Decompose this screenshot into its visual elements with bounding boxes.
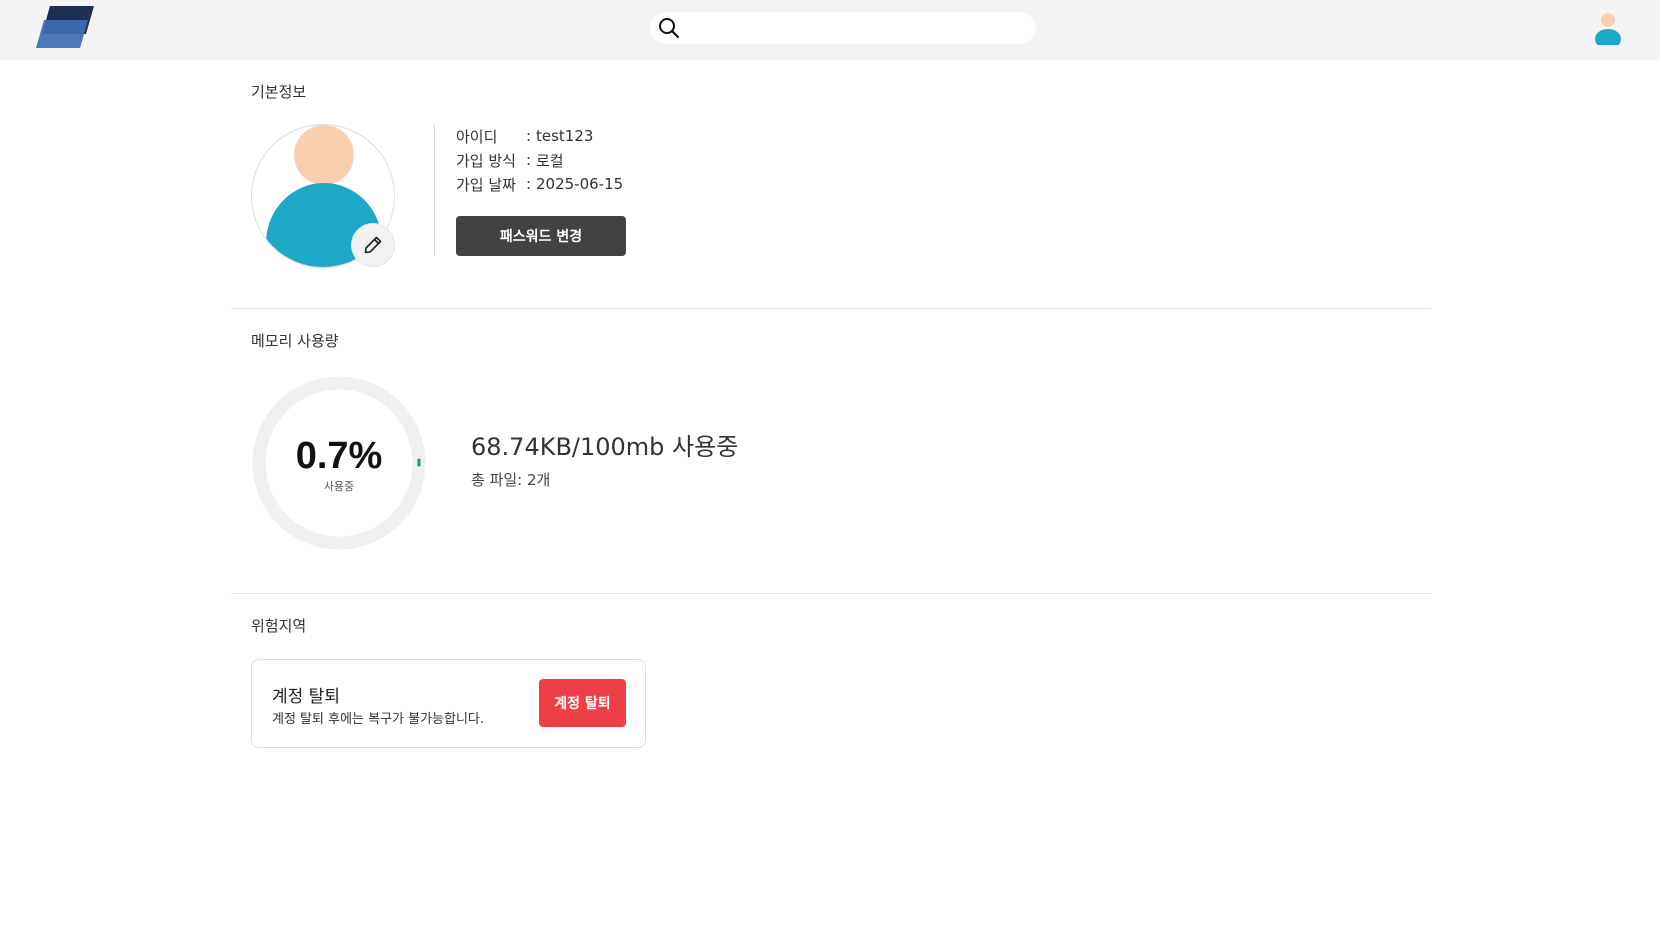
memory-usage-percent: 0.7% [295, 435, 383, 477]
section-title-danger-zone: 위험지역 [251, 617, 307, 635]
section-divider [231, 308, 1431, 309]
memory-usage-percent-label: 사용중 [323, 480, 355, 493]
total-files-text: 총 파일: 2개 [471, 471, 551, 489]
section-divider [231, 593, 1431, 594]
info-separator: : [526, 175, 532, 193]
memory-usage-text: 68.74KB/100mb 사용중 [471, 433, 739, 461]
pencil-icon [364, 236, 382, 254]
section-title-basic-info: 기본정보 [251, 83, 307, 101]
info-label: 아이디 [456, 127, 498, 146]
search-input[interactable] [686, 16, 1026, 40]
info-separator: : [526, 127, 532, 145]
top-bar [0, 0, 1660, 60]
info-row-signup-date: 가입 날짜 : 2025-06-15 [456, 172, 623, 196]
account-info: 아이디 : test123 가입 방식 : 로컬 가입 날짜 : 2025-06… [456, 124, 623, 196]
search-icon[interactable] [658, 17, 680, 39]
info-value: test123 [536, 127, 594, 145]
section-title-memory: 메모리 사용량 [251, 332, 339, 350]
delete-account-card: 계정 탈퇴 계정 탈퇴 후에는 복구가 불가능합니다. 계정 탈퇴 [251, 659, 646, 748]
info-value: 로컬 [536, 151, 564, 170]
change-password-button[interactable]: 패스워드 변경 [456, 216, 626, 256]
info-separator: : [526, 151, 532, 169]
vertical-divider [434, 124, 435, 256]
app-logo-icon[interactable] [36, 6, 96, 50]
delete-account-description: 계정 탈퇴 후에는 복구가 불가능합니다. [272, 712, 485, 727]
user-avatar-icon[interactable] [1592, 11, 1624, 45]
info-row-signup-method: 가입 방식 : 로컬 [456, 148, 623, 172]
delete-account-title: 계정 탈퇴 [272, 687, 340, 707]
info-row-id: 아이디 : test123 [456, 124, 623, 148]
edit-avatar-button[interactable] [351, 223, 395, 267]
delete-account-button[interactable]: 계정 탈퇴 [539, 679, 626, 727]
info-value: 2025-06-15 [536, 175, 624, 193]
info-label: 가입 방식 [456, 151, 516, 170]
search-bar [650, 12, 1035, 44]
info-label: 가입 날짜 [456, 175, 516, 194]
